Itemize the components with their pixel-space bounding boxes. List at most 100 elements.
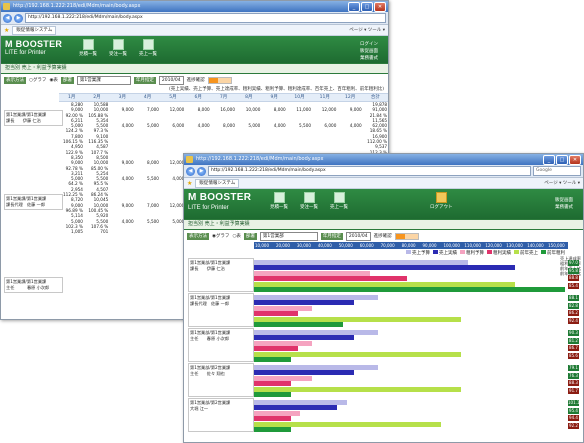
person-group-label: 第1営業課/第1営業課 主任 春原 小次郎 xyxy=(4,277,63,293)
nav-order-list[interactable]: 受注一覧 xyxy=(300,192,318,210)
axis-tick-label: 150,000 xyxy=(548,243,565,248)
year-label: 年月指定 xyxy=(133,76,156,84)
ie-icon xyxy=(186,156,193,163)
toolbar-menu[interactable]: ページ ▾ ツール ▾ xyxy=(349,27,385,33)
legend-entry: 前年粗利 xyxy=(541,250,565,256)
chart-bar xyxy=(254,411,300,416)
chart-bar xyxy=(254,271,370,276)
person-name: 課長 伊藤 仁治 xyxy=(190,266,225,271)
year-input[interactable]: 2010/04 xyxy=(345,231,371,241)
axis-tick-label: 50,000 xyxy=(338,243,353,248)
ratio-badge: 81.2 xyxy=(568,337,579,344)
table-radio[interactable]: ○表 xyxy=(232,233,240,239)
back-arrow-icon[interactable]: ◀ xyxy=(186,166,195,176)
legend-label: 粗利実績 xyxy=(493,250,511,256)
logout-button[interactable]: ログアウト xyxy=(430,192,453,210)
logout-icon xyxy=(435,192,447,203)
graph-radio[interactable]: ◉グラフ xyxy=(212,233,229,239)
year-input[interactable]: 2010/04 xyxy=(158,75,184,85)
page-title: 担当別 売上・利益予算実績 xyxy=(184,219,583,230)
month-column-header: 12月 xyxy=(344,95,356,100)
ratio-badge: 92.2 xyxy=(568,422,579,429)
favorites-star-icon[interactable]: ★ xyxy=(4,27,9,34)
ratio-badge: 90.3 xyxy=(568,330,579,336)
x-axis: 10,000 20,000 30,000 40,000 50,000 60,000 70,0… xyxy=(254,242,568,249)
url-input[interactable]: http://192.168.1.222:218/edi/Mdm/main/bo… xyxy=(208,166,531,176)
close-button[interactable]: ✕ xyxy=(569,155,581,165)
filter-bar: 表示方法 ○グラフ ◉表 部署 第1営業課 年月指定 2010/04 進捗確認 xyxy=(1,74,388,86)
document-icon xyxy=(333,192,345,203)
browser-tab[interactable]: 販促情報システム xyxy=(12,25,57,35)
legend-label: 前年売上 xyxy=(520,250,538,256)
axis-tick-label: 100,000 xyxy=(443,243,460,248)
search-input[interactable]: Google xyxy=(533,166,581,176)
nav-sales-list[interactable]: 売上一覧 xyxy=(330,192,348,210)
forward-arrow-icon[interactable]: ▶ xyxy=(197,166,206,176)
year-label: 年月指定 xyxy=(320,232,343,240)
minimize-button[interactable]: _ xyxy=(543,155,555,165)
display-method-label: 表示方法 xyxy=(187,232,209,240)
chart-bar xyxy=(254,370,354,375)
graph-radio[interactable]: ○グラフ xyxy=(29,77,46,83)
chart-bar xyxy=(254,387,461,392)
nav-estimate-list[interactable]: 見積一覧 xyxy=(79,39,97,57)
person-group-label: 第1営業部/第2営業課 大堀 江一 xyxy=(188,398,254,432)
chart-bar xyxy=(254,260,468,265)
axis-tick-label: 70,000 xyxy=(380,243,395,248)
window-title: http://192.168.1.222:218/edi/Mdm/main/bo… xyxy=(13,3,141,9)
app-logo-sub: LITE for Printer xyxy=(5,50,46,56)
month-column-header: 10月 xyxy=(294,95,305,100)
chart-bar xyxy=(254,300,354,305)
legend-entry: 売上予算 xyxy=(406,250,430,256)
chart-bar xyxy=(254,265,515,270)
nav-order-list[interactable]: 受注一覧 xyxy=(109,39,127,57)
forms-link[interactable]: 業務書式 xyxy=(360,55,378,62)
dept-select[interactable]: 第1営業部 xyxy=(259,231,318,241)
legend-swatch xyxy=(514,250,519,254)
legend-label: 売上予算 xyxy=(412,250,430,256)
filter-bar: 表示方法 ◉グラフ ○表 部署 第1営業部 年月指定 2010/04 進捗確認 xyxy=(184,230,583,242)
table-radio[interactable]: ◉表 xyxy=(49,77,57,83)
app-logo: M BOOSTER xyxy=(5,39,63,49)
axis-tick-label: 10,000 xyxy=(255,243,269,248)
month-column-header: 11月 xyxy=(319,95,330,100)
promo-link[interactable]: 販促画面 xyxy=(555,197,573,204)
nav-estimate-list[interactable]: 見積一覧 xyxy=(270,192,288,210)
progress-label: 進捗確認 xyxy=(373,234,392,239)
progress-indicator xyxy=(394,232,419,240)
window-title: http://192.168.1.222:218/edi/Mdm/main/bo… xyxy=(196,156,324,162)
month-column-header: 1月 xyxy=(67,95,76,100)
nav-sales-list[interactable]: 売上一覧 xyxy=(139,39,157,57)
back-arrow-icon[interactable]: ◀ xyxy=(3,13,12,23)
minimize-button[interactable]: _ xyxy=(348,2,360,12)
close-button[interactable]: ✕ xyxy=(374,2,386,12)
ratio-badge: 82.8 xyxy=(568,302,579,309)
promo-link[interactable]: 販促画面 xyxy=(360,48,378,55)
ratio-badge: 79.1 xyxy=(568,365,579,371)
title-bar: http://192.168.1.222:218/edi/Mdm/main/bo… xyxy=(1,1,388,12)
maximize-button[interactable]: □ xyxy=(361,2,373,12)
login-link[interactable]: ログイン xyxy=(360,41,378,48)
ratio-badge: 86.2 xyxy=(568,310,579,316)
bar-chart: 売上達成率粗利達成率前年売上比前年粗利比 第1営業部/第1営業課課長 伊藤 仁治… xyxy=(184,256,583,434)
forward-arrow-icon[interactable]: ▶ xyxy=(14,13,23,23)
toolbar-menu[interactable]: ページ ▾ ツール ▾ xyxy=(544,180,580,186)
legend-entry: 粗利予算 xyxy=(460,250,484,256)
dept-select[interactable]: 第1営業課 xyxy=(76,75,131,85)
month-column-header: 6月 xyxy=(194,95,202,100)
title-bar: http://192.168.1.222:218/edi/Mdm/main/bo… xyxy=(184,154,583,165)
chart-bar xyxy=(254,416,291,421)
chart-bar xyxy=(254,295,378,300)
legend-entry: 粗利実績 xyxy=(487,250,511,256)
maximize-button[interactable]: □ xyxy=(556,155,568,165)
legend-label: 前年粗利 xyxy=(547,250,565,256)
chart-bar xyxy=(254,422,441,427)
browser-tab[interactable]: 販促情報システム xyxy=(195,178,240,188)
progress-label: 進捗確認 xyxy=(186,78,205,83)
forms-link[interactable]: 業務書式 xyxy=(555,204,573,211)
progress-indicator xyxy=(207,76,232,84)
ratio-badge: 95.8 xyxy=(568,267,579,274)
favorites-star-icon[interactable]: ★ xyxy=(187,180,192,187)
url-input[interactable]: http://192.168.1.222:218/edi/Mdm/main/bo… xyxy=(25,13,386,23)
chart-bar xyxy=(254,322,343,327)
